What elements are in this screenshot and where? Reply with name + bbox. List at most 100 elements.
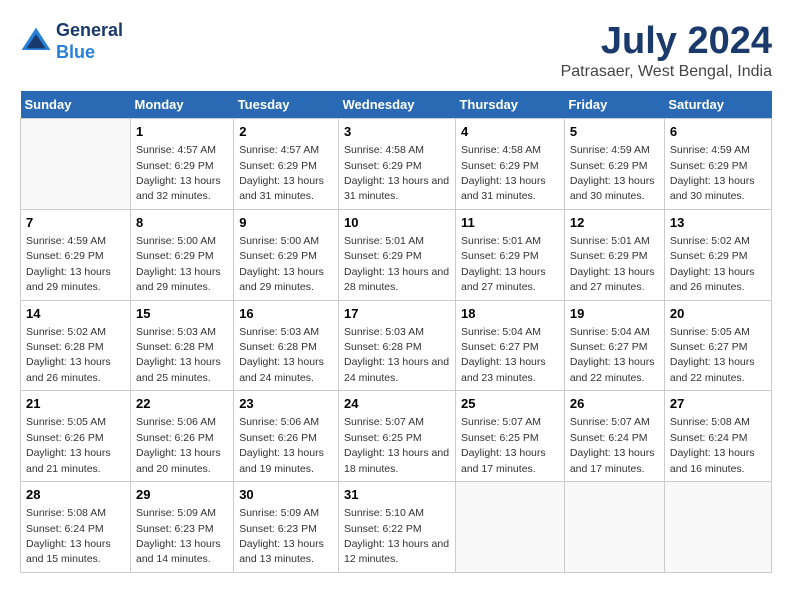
header-cell-saturday: Saturday <box>664 91 771 119</box>
day-cell: 9 Sunrise: 5:00 AMSunset: 6:29 PMDayligh… <box>234 209 339 300</box>
day-number: 6 <box>670 123 766 141</box>
day-cell: 28 Sunrise: 5:08 AMSunset: 6:24 PMDaylig… <box>21 482 131 573</box>
day-number: 2 <box>239 123 333 141</box>
day-cell: 3 Sunrise: 4:58 AMSunset: 6:29 PMDayligh… <box>338 119 455 210</box>
day-info: Sunrise: 4:58 AMSunset: 6:29 PMDaylight:… <box>461 144 546 202</box>
day-number: 3 <box>344 123 450 141</box>
day-number: 19 <box>570 305 659 323</box>
day-number: 7 <box>26 214 125 232</box>
main-title: July 2024 <box>561 20 772 63</box>
day-cell: 7 Sunrise: 4:59 AMSunset: 6:29 PMDayligh… <box>21 209 131 300</box>
day-number: 17 <box>344 305 450 323</box>
week-row-1: 1 Sunrise: 4:57 AMSunset: 6:29 PMDayligh… <box>21 119 772 210</box>
day-info: Sunrise: 5:01 AMSunset: 6:29 PMDaylight:… <box>461 235 546 293</box>
day-info: Sunrise: 4:59 AMSunset: 6:29 PMDaylight:… <box>570 144 655 202</box>
day-cell: 19 Sunrise: 5:04 AMSunset: 6:27 PMDaylig… <box>564 300 664 391</box>
logo-general: General <box>56 20 123 40</box>
day-info: Sunrise: 5:05 AMSunset: 6:26 PMDaylight:… <box>26 416 111 474</box>
day-number: 30 <box>239 486 333 504</box>
day-info: Sunrise: 5:03 AMSunset: 6:28 PMDaylight:… <box>344 326 449 384</box>
day-cell: 20 Sunrise: 5:05 AMSunset: 6:27 PMDaylig… <box>664 300 771 391</box>
day-number: 22 <box>136 395 228 413</box>
day-cell: 14 Sunrise: 5:02 AMSunset: 6:28 PMDaylig… <box>21 300 131 391</box>
day-number: 11 <box>461 214 559 232</box>
day-info: Sunrise: 5:07 AMSunset: 6:25 PMDaylight:… <box>461 416 546 474</box>
day-info: Sunrise: 4:57 AMSunset: 6:29 PMDaylight:… <box>136 144 221 202</box>
day-cell: 22 Sunrise: 5:06 AMSunset: 6:26 PMDaylig… <box>131 391 234 482</box>
week-row-5: 28 Sunrise: 5:08 AMSunset: 6:24 PMDaylig… <box>21 482 772 573</box>
day-info: Sunrise: 4:59 AMSunset: 6:29 PMDaylight:… <box>670 144 755 202</box>
day-cell: 15 Sunrise: 5:03 AMSunset: 6:28 PMDaylig… <box>131 300 234 391</box>
header-cell-thursday: Thursday <box>455 91 564 119</box>
header-cell-tuesday: Tuesday <box>234 91 339 119</box>
header-cell-monday: Monday <box>131 91 234 119</box>
title-block: July 2024 Patrasaer, West Bengal, India <box>561 20 772 81</box>
day-cell: 18 Sunrise: 5:04 AMSunset: 6:27 PMDaylig… <box>455 300 564 391</box>
day-cell: 5 Sunrise: 4:59 AMSunset: 6:29 PMDayligh… <box>564 119 664 210</box>
logo-icon <box>20 26 52 58</box>
day-info: Sunrise: 5:04 AMSunset: 6:27 PMDaylight:… <box>461 326 546 384</box>
logo-text: General Blue <box>56 20 123 63</box>
day-cell: 6 Sunrise: 4:59 AMSunset: 6:29 PMDayligh… <box>664 119 771 210</box>
day-number: 9 <box>239 214 333 232</box>
day-number: 16 <box>239 305 333 323</box>
logo: General Blue <box>20 20 123 63</box>
day-cell: 2 Sunrise: 4:57 AMSunset: 6:29 PMDayligh… <box>234 119 339 210</box>
day-number: 18 <box>461 305 559 323</box>
header-cell-friday: Friday <box>564 91 664 119</box>
day-cell <box>455 482 564 573</box>
day-info: Sunrise: 5:03 AMSunset: 6:28 PMDaylight:… <box>239 326 324 384</box>
day-info: Sunrise: 5:08 AMSunset: 6:24 PMDaylight:… <box>26 507 111 565</box>
week-row-2: 7 Sunrise: 4:59 AMSunset: 6:29 PMDayligh… <box>21 209 772 300</box>
day-info: Sunrise: 5:03 AMSunset: 6:28 PMDaylight:… <box>136 326 221 384</box>
day-number: 8 <box>136 214 228 232</box>
day-cell: 17 Sunrise: 5:03 AMSunset: 6:28 PMDaylig… <box>338 300 455 391</box>
day-number: 23 <box>239 395 333 413</box>
day-number: 12 <box>570 214 659 232</box>
day-number: 25 <box>461 395 559 413</box>
day-info: Sunrise: 5:07 AMSunset: 6:24 PMDaylight:… <box>570 416 655 474</box>
day-cell: 26 Sunrise: 5:07 AMSunset: 6:24 PMDaylig… <box>564 391 664 482</box>
day-number: 31 <box>344 486 450 504</box>
day-info: Sunrise: 5:09 AMSunset: 6:23 PMDaylight:… <box>136 507 221 565</box>
header-cell-sunday: Sunday <box>21 91 131 119</box>
day-number: 24 <box>344 395 450 413</box>
day-cell: 11 Sunrise: 5:01 AMSunset: 6:29 PMDaylig… <box>455 209 564 300</box>
day-info: Sunrise: 5:10 AMSunset: 6:22 PMDaylight:… <box>344 507 449 565</box>
day-cell: 24 Sunrise: 5:07 AMSunset: 6:25 PMDaylig… <box>338 391 455 482</box>
day-cell <box>664 482 771 573</box>
calendar-table: SundayMondayTuesdayWednesdayThursdayFrid… <box>20 91 772 573</box>
day-cell: 21 Sunrise: 5:05 AMSunset: 6:26 PMDaylig… <box>21 391 131 482</box>
day-cell: 10 Sunrise: 5:01 AMSunset: 6:29 PMDaylig… <box>338 209 455 300</box>
day-number: 4 <box>461 123 559 141</box>
day-number: 13 <box>670 214 766 232</box>
week-row-4: 21 Sunrise: 5:05 AMSunset: 6:26 PMDaylig… <box>21 391 772 482</box>
page-header: General Blue July 2024 Patrasaer, West B… <box>20 20 772 81</box>
week-row-3: 14 Sunrise: 5:02 AMSunset: 6:28 PMDaylig… <box>21 300 772 391</box>
day-info: Sunrise: 4:58 AMSunset: 6:29 PMDaylight:… <box>344 144 449 202</box>
day-cell: 30 Sunrise: 5:09 AMSunset: 6:23 PMDaylig… <box>234 482 339 573</box>
day-info: Sunrise: 5:01 AMSunset: 6:29 PMDaylight:… <box>344 235 449 293</box>
day-info: Sunrise: 5:09 AMSunset: 6:23 PMDaylight:… <box>239 507 324 565</box>
day-cell <box>564 482 664 573</box>
day-cell: 16 Sunrise: 5:03 AMSunset: 6:28 PMDaylig… <box>234 300 339 391</box>
day-info: Sunrise: 5:01 AMSunset: 6:29 PMDaylight:… <box>570 235 655 293</box>
day-info: Sunrise: 5:00 AMSunset: 6:29 PMDaylight:… <box>136 235 221 293</box>
day-cell: 27 Sunrise: 5:08 AMSunset: 6:24 PMDaylig… <box>664 391 771 482</box>
day-cell: 25 Sunrise: 5:07 AMSunset: 6:25 PMDaylig… <box>455 391 564 482</box>
day-info: Sunrise: 5:06 AMSunset: 6:26 PMDaylight:… <box>239 416 324 474</box>
calendar-header: SundayMondayTuesdayWednesdayThursdayFrid… <box>21 91 772 119</box>
day-cell: 29 Sunrise: 5:09 AMSunset: 6:23 PMDaylig… <box>131 482 234 573</box>
day-cell: 31 Sunrise: 5:10 AMSunset: 6:22 PMDaylig… <box>338 482 455 573</box>
day-info: Sunrise: 4:59 AMSunset: 6:29 PMDaylight:… <box>26 235 111 293</box>
day-number: 10 <box>344 214 450 232</box>
day-number: 21 <box>26 395 125 413</box>
day-number: 27 <box>670 395 766 413</box>
day-info: Sunrise: 5:00 AMSunset: 6:29 PMDaylight:… <box>239 235 324 293</box>
day-number: 1 <box>136 123 228 141</box>
day-number: 26 <box>570 395 659 413</box>
day-info: Sunrise: 5:08 AMSunset: 6:24 PMDaylight:… <box>670 416 755 474</box>
day-info: Sunrise: 5:02 AMSunset: 6:28 PMDaylight:… <box>26 326 111 384</box>
day-cell: 8 Sunrise: 5:00 AMSunset: 6:29 PMDayligh… <box>131 209 234 300</box>
day-number: 14 <box>26 305 125 323</box>
